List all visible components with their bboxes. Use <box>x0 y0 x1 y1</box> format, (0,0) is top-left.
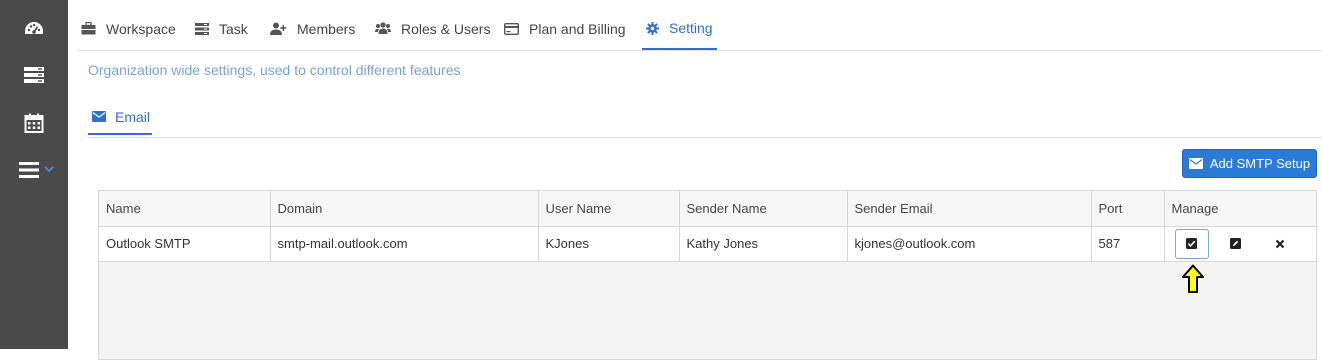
column-header-name: Name <box>99 191 271 227</box>
set-default-button[interactable] <box>1174 228 1209 259</box>
tab-label: Setting <box>669 20 713 36</box>
envelope-icon <box>92 109 106 125</box>
chevron-down-icon <box>44 166 54 173</box>
checkbox-checked-icon <box>1186 238 1197 249</box>
subtab-email[interactable]: Email <box>88 100 152 135</box>
cell-port: 587 <box>1091 226 1165 262</box>
server-icon <box>24 67 44 83</box>
main-tabs: Workspace Task Members Roles & Users Pla… <box>78 8 1322 51</box>
cell-sender-email: kjones@outlook.com <box>847 226 1092 262</box>
dashboard-icon <box>25 22 43 34</box>
tab-plan-billing[interactable]: Plan and Billing <box>504 8 626 49</box>
sidebar <box>0 0 68 349</box>
subtab-label: Email <box>115 108 151 125</box>
user-plus-icon <box>270 22 287 35</box>
close-icon <box>1275 239 1284 248</box>
edit-button[interactable] <box>1219 229 1253 259</box>
add-smtp-setup-label: Add SMTP Setup <box>1209 156 1311 171</box>
cell-user-name: KJones <box>538 226 680 262</box>
users-icon <box>375 22 391 35</box>
settings-subtabs: Email <box>88 100 1322 138</box>
tab-label: Members <box>297 20 356 37</box>
task-list-icon <box>195 22 209 35</box>
table-row: Outlook SMTP smtp-mail.outlook.com KJone… <box>99 226 1316 262</box>
cell-manage <box>1164 226 1316 262</box>
column-header-port: Port <box>1091 191 1165 227</box>
tab-members[interactable]: Members <box>270 8 355 49</box>
page-subtitle: Organization wide settings, used to cont… <box>88 62 461 78</box>
edit-icon <box>1230 238 1241 249</box>
tab-label: Workspace <box>106 20 176 37</box>
menu-icon <box>19 162 39 178</box>
calendar-icon <box>24 113 44 133</box>
tab-roles-users[interactable]: Roles & Users <box>375 8 490 49</box>
tab-label: Roles & Users <box>401 20 491 37</box>
tab-setting[interactable]: Setting <box>642 8 717 50</box>
column-header-sender-name: Sender Name <box>679 191 848 227</box>
sidebar-server-button[interactable] <box>0 55 68 95</box>
tab-label: Task <box>219 20 248 37</box>
credit-card-icon <box>504 22 519 35</box>
gear-icon <box>646 21 659 35</box>
cell-sender-name: Kathy Jones <box>679 226 848 262</box>
tab-workspace[interactable]: Workspace <box>81 8 176 49</box>
delete-button[interactable] <box>1263 229 1297 259</box>
briefcase-icon <box>81 22 96 35</box>
column-header-manage: Manage <box>1164 191 1316 227</box>
sidebar-dashboard-button[interactable] <box>0 10 68 50</box>
cell-domain: smtp-mail.outlook.com <box>270 226 539 262</box>
table-header-row: Name Domain User Name Sender Name Sender… <box>99 191 1316 227</box>
pointer-arrow-icon <box>1182 264 1204 293</box>
tab-label: Plan and Billing <box>529 20 626 37</box>
add-smtp-setup-button[interactable]: Add SMTP Setup <box>1182 149 1317 178</box>
column-header-sender-email: Sender Email <box>847 191 1092 227</box>
tab-task[interactable]: Task <box>195 8 248 49</box>
envelope-icon <box>1188 158 1203 169</box>
column-header-domain: Domain <box>270 191 539 227</box>
smtp-table: Name Domain User Name Sender Name Sender… <box>98 190 1317 360</box>
sidebar-menu-button[interactable] <box>0 150 68 190</box>
cell-name: Outlook SMTP <box>99 226 271 262</box>
sidebar-calendar-button[interactable] <box>0 103 68 143</box>
column-header-user-name: User Name <box>538 191 680 227</box>
